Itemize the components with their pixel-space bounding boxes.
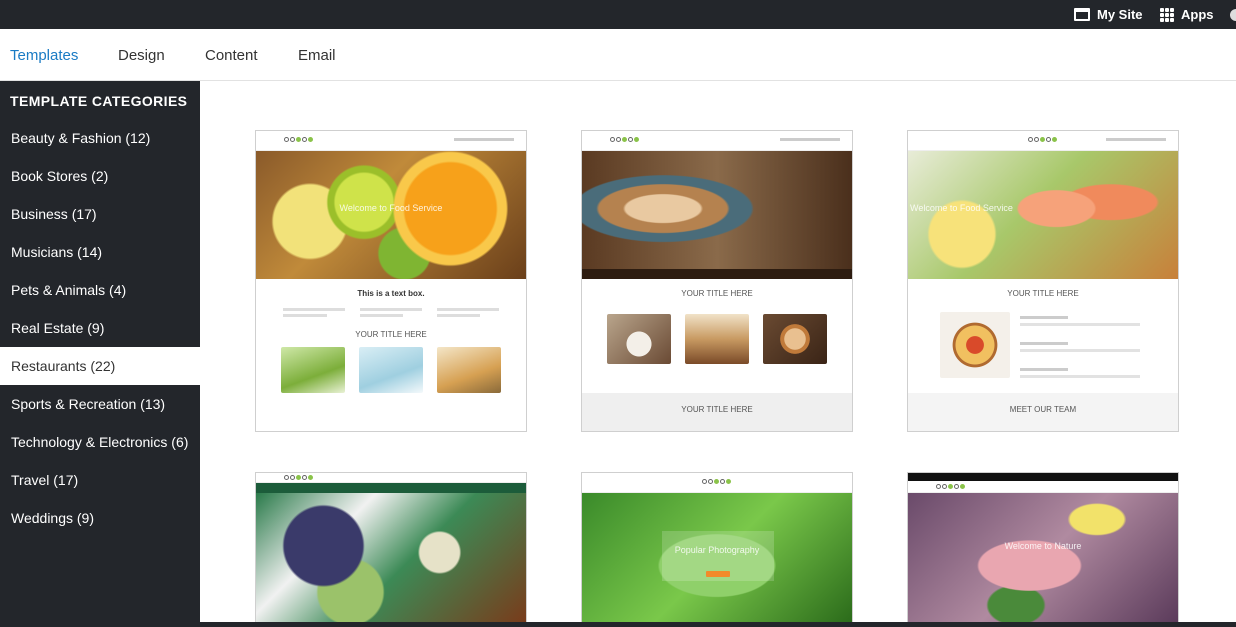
- grid-icon: [1160, 7, 1174, 22]
- sidebar-item-pets-animals[interactable]: Pets & Animals (4): [0, 271, 200, 309]
- sidebar: TEMPLATE CATEGORIES Beauty & Fashion (12…: [0, 81, 200, 627]
- template-mini-header: [908, 481, 1178, 493]
- template-hero-image: Welcome to Food Service: [256, 151, 526, 279]
- avatar-icon: [1230, 8, 1236, 21]
- logo-icon: [610, 137, 639, 142]
- template-card-coffee[interactable]: YOUR TITLE HERE YOUR TITLE HERE: [581, 130, 853, 432]
- tab-templates[interactable]: Templates: [10, 47, 78, 64]
- logo-icon: [284, 475, 313, 480]
- template-card-leaves[interactable]: Popular Photography: [581, 472, 853, 624]
- template-mini-header: [256, 473, 526, 483]
- template-hero-image: [582, 151, 852, 279]
- template-gallery: Welcome to Food Service This is a text b…: [200, 81, 1236, 627]
- sidebar-item-business[interactable]: Business (17): [0, 195, 200, 233]
- bottom-strip: [0, 622, 1236, 627]
- apps-label: Apps: [1181, 7, 1214, 22]
- sidebar-heading: TEMPLATE CATEGORIES: [10, 93, 188, 109]
- template-mini-header: [582, 131, 852, 151]
- template-hero-image: [256, 493, 526, 623]
- template-hero-image: Welcome to Nature: [908, 493, 1178, 623]
- logo-icon: [284, 137, 313, 142]
- main-tabs: Templates Design Content Email: [0, 29, 1236, 81]
- template-card-grapes[interactable]: [255, 472, 527, 624]
- logo-icon: [702, 479, 731, 484]
- tab-content[interactable]: Content: [205, 47, 258, 64]
- template-hero-text: Popular Photography: [674, 545, 760, 555]
- template-band-title: YOUR TITLE HERE: [681, 405, 753, 414]
- my-site-label: My Site: [1097, 7, 1143, 22]
- template-hero-image: Welcome to Food Service: [908, 151, 1178, 279]
- template-band-title: MEET OUR TEAM: [1009, 405, 1077, 414]
- template-text-box-title: This is a text box.: [357, 289, 425, 298]
- template-section-title: YOUR TITLE HERE: [1007, 289, 1079, 298]
- template-mini-header: [908, 131, 1178, 151]
- browser-window-icon: [1074, 8, 1090, 21]
- apps-menu[interactable]: Apps: [1160, 0, 1214, 29]
- template-card-shrimp[interactable]: Welcome to Food Service YOUR TITLE HERE …: [907, 130, 1179, 432]
- template-hero-text: Welcome to Food Service: [910, 203, 1013, 213]
- sidebar-item-sports-recreation[interactable]: Sports & Recreation (13): [0, 385, 200, 423]
- template-section-title: YOUR TITLE HERE: [355, 330, 427, 339]
- logo-icon: [936, 484, 965, 489]
- my-site-link[interactable]: My Site: [1074, 0, 1143, 29]
- sidebar-item-book-stores[interactable]: Book Stores (2): [0, 157, 200, 195]
- tab-design[interactable]: Design: [118, 47, 165, 64]
- sidebar-item-weddings[interactable]: Weddings (9): [0, 499, 200, 537]
- sidebar-item-musicians[interactable]: Musicians (14): [0, 233, 200, 271]
- template-card-macarons[interactable]: Welcome to Nature: [907, 472, 1179, 624]
- sidebar-item-real-estate[interactable]: Real Estate (9): [0, 309, 200, 347]
- template-hero-text: Welcome to Food Service: [339, 203, 443, 213]
- sidebar-item-beauty-fashion[interactable]: Beauty & Fashion (12): [0, 119, 200, 157]
- template-card-citrus[interactable]: Welcome to Food Service This is a text b…: [255, 130, 527, 432]
- template-hero-image: Popular Photography: [582, 493, 852, 623]
- template-hero-text: Welcome to Nature: [1004, 541, 1082, 551]
- account-avatar[interactable]: [1230, 0, 1236, 29]
- template-mini-header: [256, 131, 526, 151]
- sidebar-item-travel[interactable]: Travel (17): [0, 461, 200, 499]
- sidebar-item-technology-electronics[interactable]: Technology & Electronics (6): [0, 423, 200, 461]
- template-section-title: YOUR TITLE HERE: [681, 289, 753, 298]
- template-mini-header: [582, 473, 852, 493]
- top-bar: My Site Apps: [0, 0, 1236, 29]
- logo-icon: [1028, 137, 1057, 142]
- sidebar-item-restaurants[interactable]: Restaurants (22): [0, 347, 200, 385]
- tab-email[interactable]: Email: [298, 47, 336, 64]
